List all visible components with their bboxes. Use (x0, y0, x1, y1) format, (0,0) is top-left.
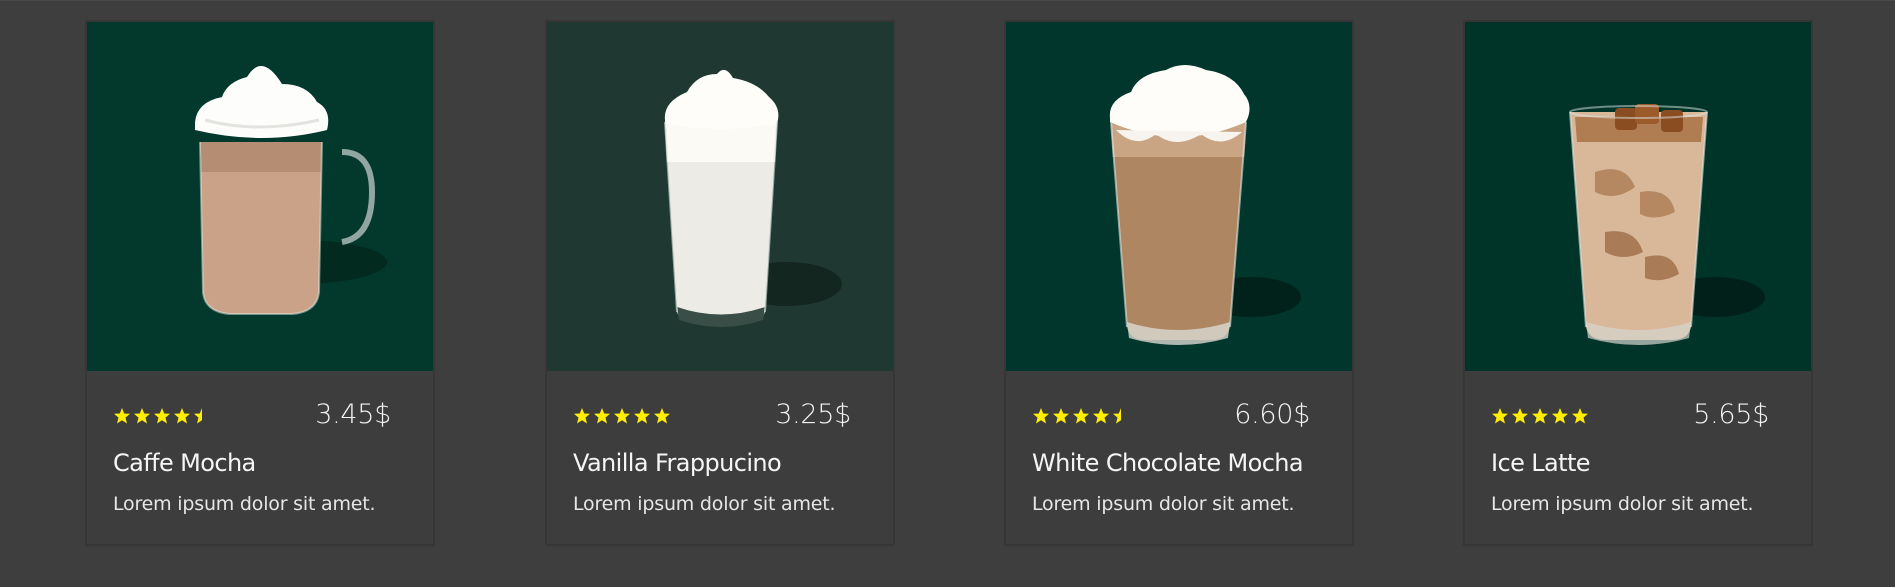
product-image[interactable] (1465, 22, 1811, 371)
product-name[interactable]: Ice Latte (1491, 449, 1591, 477)
product-card-caffe-mocha[interactable]: 3.45$ Caffe Mocha Lorem ipsum dolor sit … (85, 20, 435, 546)
product-image[interactable] (547, 22, 893, 371)
product-name[interactable]: White Chocolate Mocha (1032, 449, 1304, 477)
product-description: Lorem ipsum dolor sit amet. (573, 493, 836, 515)
star-full-icon (1552, 408, 1568, 424)
star-full-icon (1532, 408, 1548, 424)
white-mocha-glass-image (1006, 22, 1352, 371)
product-price: 3.45$ (315, 399, 391, 430)
star-full-icon (154, 408, 170, 424)
star-full-icon (1053, 408, 1069, 424)
star-half-icon (194, 408, 202, 424)
product-card-vanilla-frappucino[interactable]: 3.25$ Vanilla Frappucino Lorem ipsum dol… (545, 20, 895, 546)
vanilla-glass-image (547, 22, 893, 371)
star-full-icon (1033, 408, 1049, 424)
star-rating (1032, 407, 1130, 425)
product-description: Lorem ipsum dolor sit amet. (113, 493, 376, 515)
star-rating (573, 407, 671, 425)
product-image[interactable] (87, 22, 433, 371)
product-name[interactable]: Vanilla Frappucino (573, 449, 782, 477)
product-image[interactable] (1006, 22, 1352, 371)
star-full-icon (574, 408, 590, 424)
product-price: 3.25$ (775, 399, 851, 430)
star-full-icon (1512, 408, 1528, 424)
product-name[interactable]: Caffe Mocha (113, 449, 256, 477)
iced-latte-glass-image (1465, 22, 1811, 371)
star-full-icon (594, 408, 610, 424)
star-full-icon (1492, 408, 1508, 424)
product-card-ice-latte[interactable]: 5.65$ Ice Latte Lorem ipsum dolor sit am… (1463, 20, 1813, 546)
product-price: 5.65$ (1693, 399, 1769, 430)
product-price: 6.60$ (1234, 399, 1310, 430)
star-rating (1491, 407, 1589, 425)
star-full-icon (174, 408, 190, 424)
star-full-icon (654, 408, 670, 424)
star-half-icon (1113, 408, 1121, 424)
star-full-icon (614, 408, 630, 424)
star-full-icon (114, 408, 130, 424)
star-full-icon (1073, 408, 1089, 424)
mocha-mug-image (87, 22, 433, 371)
star-full-icon (1093, 408, 1109, 424)
product-description: Lorem ipsum dolor sit amet. (1491, 493, 1754, 515)
star-full-icon (1572, 408, 1588, 424)
star-rating (113, 407, 211, 425)
star-full-icon (134, 408, 150, 424)
star-full-icon (634, 408, 650, 424)
product-card-white-chocolate-mocha[interactable]: 6.60$ White Chocolate Mocha Lorem ipsum … (1004, 20, 1354, 546)
product-description: Lorem ipsum dolor sit amet. (1032, 493, 1295, 515)
product-grid: 3.45$ Caffe Mocha Lorem ipsum dolor sit … (0, 0, 1895, 587)
